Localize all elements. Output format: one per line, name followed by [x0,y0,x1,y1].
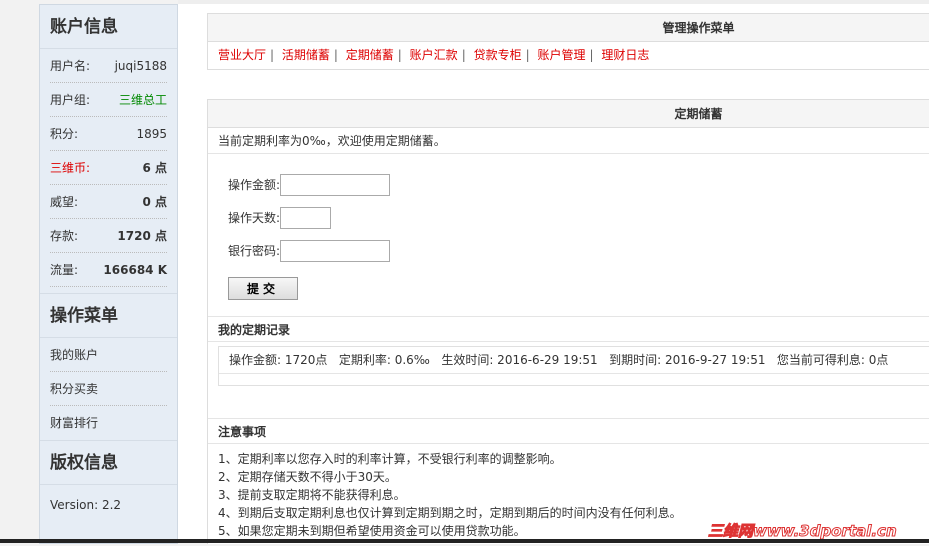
nav-transfer[interactable]: 账户汇款 [410,48,458,62]
value: 三维总工 [118,93,167,107]
record-item: 操作金额: 1720点 定期利率: 0.6‰ 生效时间: 2016-6-29 1… [219,347,929,374]
menu-points-trade[interactable]: 积分买卖 [50,372,167,406]
separator: | [333,48,338,62]
deposit-form: 操作金额: 操作天数: 银行密码: 提交 [208,154,929,316]
password-input[interactable] [280,239,391,262]
nav-account-manage[interactable]: 账户管理 [537,48,585,62]
note-item: 2、定期存储天数不得小于30天。 [218,470,397,484]
menu-my-account[interactable]: 我的账户 [50,338,167,372]
submit-button[interactable]: 提交 [228,277,298,300]
usergroup-row: 用户组: 三维总工 [50,83,167,117]
copyright-title: 版权信息 [40,441,177,485]
nav-panel: 管理操作菜单 营业大厅 | 活期储蓄 | 定期储蓄 | 账户汇款 | 贷款专柜 | 账户管… [207,13,929,70]
account-info-title: 账户信息 [40,5,177,49]
separator: | [397,48,402,62]
menu-title: 操作菜单 [40,294,177,338]
nav-links: 营业大厅 | 活期储蓄 | 定期储蓄 | 账户汇款 | 贷款专柜 | 账户管理 | 理财日志 [208,42,929,69]
label: 威望: [50,195,79,209]
amount-input[interactable] [280,173,391,196]
label: 流量: [50,263,79,277]
nav-finance-log[interactable]: 理财日志 [601,48,649,62]
value: 166684 K [103,263,167,277]
value: 0 点 [142,195,167,209]
amount-label: 操作金额: [228,178,281,192]
deposit-panel: 定期储蓄 当前定期利率为0‰，欢迎使用定期储蓄。 操作金额: 操作天数: 银行密… [207,99,929,544]
label: 存款: [50,229,79,243]
label: 三维币: [50,161,91,175]
coins-row: 三维币: 6 点 [50,151,167,185]
bottom-bar [0,539,929,543]
separator: | [525,48,530,62]
nav-current-savings[interactable]: 活期储蓄 [282,48,330,62]
label: 用户组: [50,93,91,107]
records-title: 我的定期记录 [208,316,929,342]
label: 积分: [50,127,79,141]
points-row: 积分: 1895 [50,117,167,151]
prestige-row: 威望: 0 点 [50,185,167,219]
notes-title: 注意事项 [208,418,929,444]
traffic-row: 流量: 166684 K [50,253,167,287]
separator: | [589,48,594,62]
label: 用户名: [50,59,91,73]
days-input[interactable] [280,206,332,229]
note-item: 3、提前支取定期将不能获得利息。 [218,488,406,502]
value: 1720 点 [117,229,167,243]
value: 6 点 [142,161,167,175]
sidebar: 账户信息 用户名: juqi5188 用户组: 三维总工 积分: 1895 三维币: 6… [39,4,178,544]
deposit-row: 存款: 1720 点 [50,219,167,253]
nav-fixed-savings[interactable]: 定期储蓄 [346,48,394,62]
record-box: 操作金额: 1720点 定期利率: 0.6‰ 生效时间: 2016-6-29 1… [218,346,929,386]
separator: | [270,48,275,62]
deposit-title: 定期储蓄 [208,100,929,128]
nav-loans[interactable]: 贷款专柜 [474,48,522,62]
note-item: 1、定期利率以您存入时的利率计算，不受银行利率的调整影响。 [218,452,562,466]
version: Version: 2.2 [50,498,122,512]
days-label: 操作天数: [228,211,281,225]
watermark: 三维网www.3dportal.cn [708,522,898,541]
nav-title: 管理操作菜单 [208,14,929,42]
password-label: 银行密码: [228,244,281,258]
username-row: 用户名: juqi5188 [50,49,167,83]
value: 1895 [136,127,167,141]
value: juqi5188 [114,59,167,73]
nav-hall[interactable]: 营业大厅 [218,48,266,62]
deposit-intro: 当前定期利率为0‰，欢迎使用定期储蓄。 [208,128,929,154]
menu-wealth-rank[interactable]: 财富排行 [50,406,167,440]
separator: | [461,48,466,62]
